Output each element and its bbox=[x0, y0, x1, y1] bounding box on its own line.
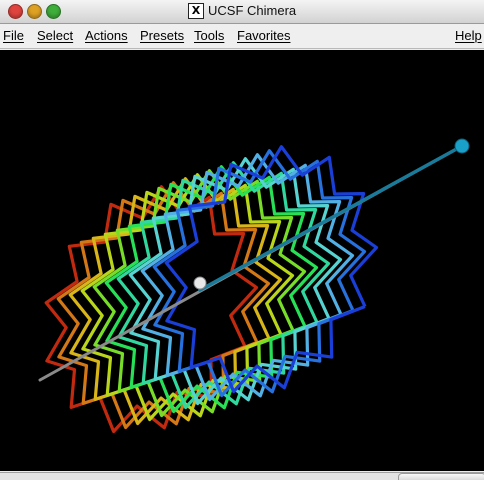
axis-tip-sphere bbox=[454, 138, 470, 154]
menu-favorites[interactable]: Favorites bbox=[237, 28, 290, 43]
menu-presets[interactable]: Presets bbox=[140, 28, 184, 43]
close-window-icon[interactable] bbox=[8, 4, 23, 19]
menu-file[interactable]: File bbox=[3, 28, 24, 43]
protein-backbone-render bbox=[38, 138, 470, 434]
axis-center-sphere bbox=[193, 276, 207, 290]
menu-tools[interactable]: Tools bbox=[194, 28, 224, 43]
x11-icon: X bbox=[188, 3, 204, 19]
menu-actions[interactable]: Actions bbox=[85, 28, 128, 43]
window-titlebar: X UCSF Chimera bbox=[0, 0, 484, 24]
window-title: UCSF Chimera bbox=[208, 3, 297, 18]
backbone-traces bbox=[44, 145, 379, 434]
molecule-graphics-viewport[interactable] bbox=[0, 50, 484, 471]
menu-help[interactable]: Help bbox=[455, 28, 482, 43]
menu-bar: File Select Actions Presets Tools Favori… bbox=[0, 24, 484, 49]
minimize-window-icon[interactable] bbox=[27, 4, 42, 19]
menu-select[interactable]: Select bbox=[37, 28, 73, 43]
zoom-window-icon[interactable] bbox=[46, 4, 61, 19]
